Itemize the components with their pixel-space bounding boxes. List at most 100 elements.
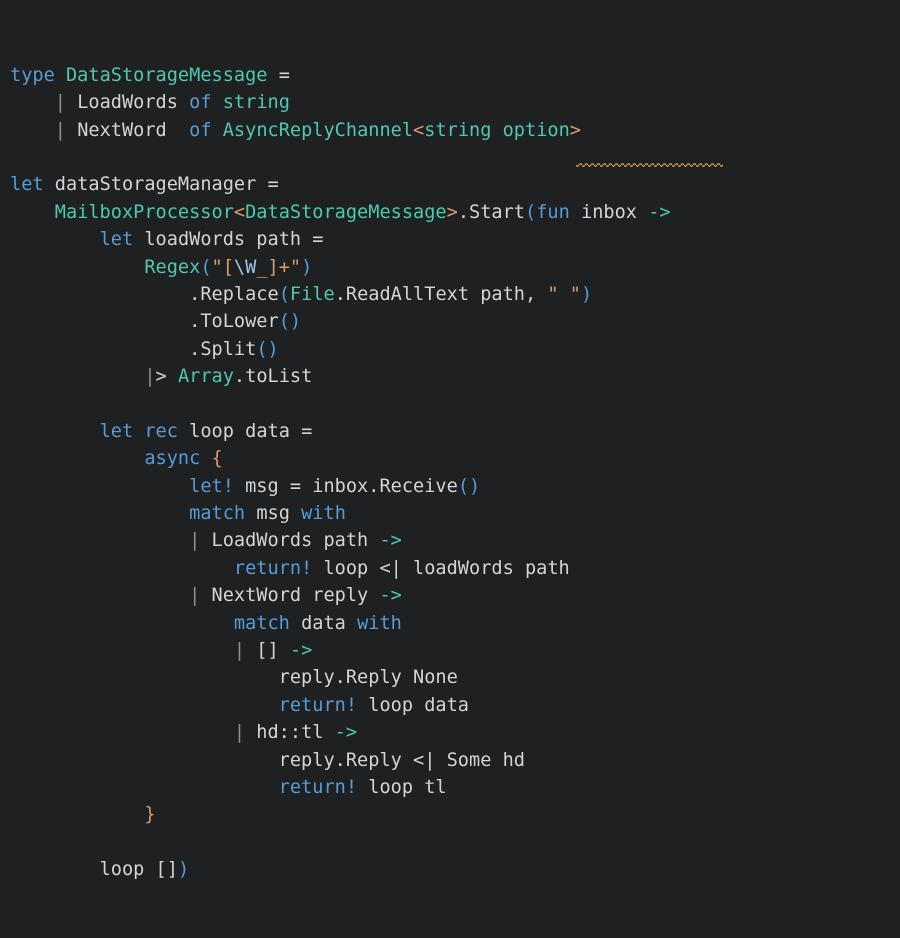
code-token: fun: [536, 201, 570, 223]
code-token: []: [256, 640, 279, 662]
code-token: =: [278, 64, 290, 86]
code-line[interactable]: let! msg = inbox.Receive(): [10, 473, 900, 500]
code-token: " ": [547, 283, 581, 305]
code-line[interactable]: return! loop data: [10, 692, 900, 719]
code-token: ->: [379, 585, 402, 607]
code-token: _]+": [256, 256, 302, 278]
code-token: >: [569, 119, 581, 141]
code-token: >: [446, 201, 458, 223]
code-line[interactable]: .Replace(File.ReadAllText path, " "): [10, 281, 900, 308]
code-line[interactable]: |> Array.toList: [10, 363, 900, 390]
code-line[interactable]: Regex("[\W_]+"): [10, 254, 900, 281]
code-line[interactable]: return! loop tl: [10, 774, 900, 801]
code-line[interactable]: let loadWords path =: [10, 226, 900, 253]
code-token: reply: [278, 667, 335, 689]
code-token: Start: [469, 201, 525, 223]
code-token: (: [278, 311, 290, 333]
code-token: Array: [177, 366, 234, 388]
code-token: |: [233, 640, 246, 662]
code-line[interactable]: | [] ->: [10, 637, 900, 664]
code-line[interactable]: [10, 391, 900, 418]
code-token: Reply None: [345, 667, 458, 689]
code-token: loadWords path: [144, 229, 302, 251]
code-line[interactable]: MailboxProcessor<DataStorageMessage>.Sta…: [10, 199, 900, 226]
code-lines[interactable]: type DataStorageMessage = | LoadWords of…: [10, 62, 900, 884]
code-token: ): [469, 475, 481, 497]
code-token: .: [368, 475, 380, 497]
code-line[interactable]: let rec loop data =: [10, 418, 900, 445]
code-token: (: [200, 256, 212, 278]
code-line[interactable]: reply.Reply None: [10, 664, 900, 691]
code-line[interactable]: async {: [10, 445, 900, 472]
code-line[interactable]: | LoadWords of string: [10, 89, 900, 116]
code-token: DataStorageMessage: [65, 64, 268, 86]
code-token: string option: [424, 119, 570, 141]
code-token: LoadWords path: [211, 530, 369, 552]
code-token: ->: [648, 201, 671, 223]
code-editor[interactable]: type DataStorageMessage = | LoadWords of…: [0, 0, 900, 880]
code-line[interactable]: return! loop <| loadWords path: [10, 555, 900, 582]
code-line[interactable]: [10, 144, 900, 171]
code-token: |: [54, 119, 66, 141]
code-token: let!: [189, 475, 234, 497]
code-line[interactable]: let dataStorageManager =: [10, 171, 900, 198]
code-token: (: [457, 475, 470, 497]
code-token: ): [581, 283, 593, 305]
code-line[interactable]: type DataStorageMessage =: [10, 62, 900, 89]
code-token: of: [189, 119, 212, 141]
code-token: .: [189, 338, 201, 360]
code-line[interactable]: .Split(): [10, 336, 900, 363]
code-token: |: [189, 585, 201, 607]
code-line[interactable]: match msg with: [10, 500, 900, 527]
code-line[interactable]: reply.Reply <| Some hd: [10, 747, 900, 774]
code-token: ): [267, 338, 279, 360]
code-token: msg: [256, 503, 290, 525]
code-line[interactable]: | hd::tl ->: [10, 719, 900, 746]
code-token: let: [99, 229, 134, 251]
code-token: =: [312, 229, 324, 251]
code-line[interactable]: | NextWord reply ->: [10, 582, 900, 609]
code-line[interactable]: | NextWord of AsyncReplyChannel<string o…: [10, 117, 900, 144]
code-line[interactable]: match data with: [10, 610, 900, 637]
code-token: {: [211, 448, 223, 470]
code-line[interactable]: loop []): [10, 856, 900, 883]
code-token: ): [177, 859, 190, 881]
code-token: |: [144, 366, 156, 388]
code-token: File: [289, 283, 335, 305]
code-line[interactable]: .ToLower(): [10, 308, 900, 335]
code-token: (: [278, 283, 290, 305]
code-line[interactable]: [10, 829, 900, 856]
code-token: ): [301, 256, 313, 278]
code-token: match: [233, 612, 290, 634]
code-token: toList: [245, 366, 313, 388]
code-token: .: [189, 311, 201, 333]
code-token: async: [144, 448, 201, 470]
code-token: NextWord: [77, 119, 167, 141]
code-token: Regex: [144, 256, 201, 278]
code-line[interactable]: | LoadWords path ->: [10, 527, 900, 554]
code-token: MailboxProcessor: [54, 201, 234, 223]
code-token: loop data: [189, 420, 290, 442]
code-line[interactable]: }: [10, 801, 900, 828]
